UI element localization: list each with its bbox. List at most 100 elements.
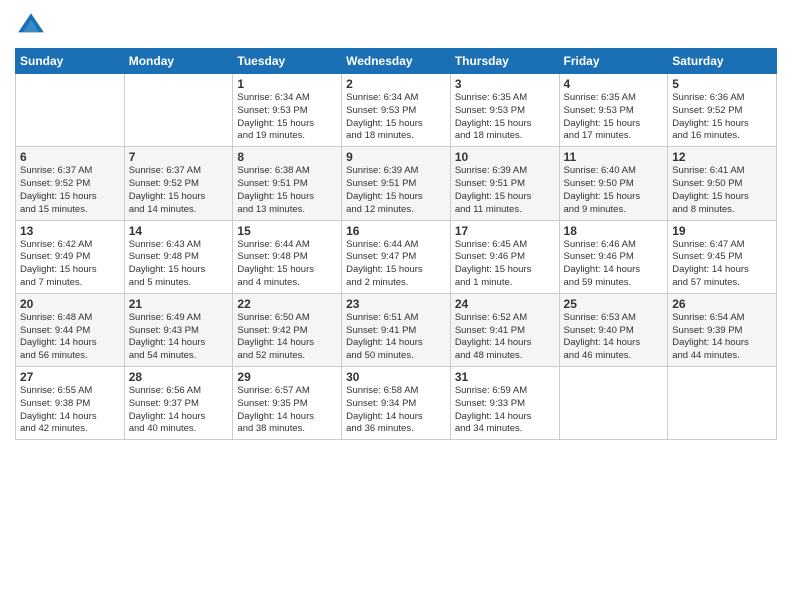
calendar-cell: 9Sunrise: 6:39 AM Sunset: 9:51 PM Daylig… xyxy=(342,147,451,220)
calendar-cell: 29Sunrise: 6:57 AM Sunset: 9:35 PM Dayli… xyxy=(233,367,342,440)
day-number: 24 xyxy=(455,297,555,311)
calendar-cell: 10Sunrise: 6:39 AM Sunset: 9:51 PM Dayli… xyxy=(450,147,559,220)
calendar-cell: 22Sunrise: 6:50 AM Sunset: 9:42 PM Dayli… xyxy=(233,293,342,366)
day-info: Sunrise: 6:59 AM Sunset: 9:33 PM Dayligh… xyxy=(455,385,555,436)
day-number: 5 xyxy=(672,77,772,91)
day-info: Sunrise: 6:34 AM Sunset: 9:53 PM Dayligh… xyxy=(346,92,446,143)
day-number: 25 xyxy=(564,297,664,311)
day-info: Sunrise: 6:44 AM Sunset: 9:47 PM Dayligh… xyxy=(346,239,446,290)
page: SundayMondayTuesdayWednesdayThursdayFrid… xyxy=(0,0,792,612)
day-info: Sunrise: 6:41 AM Sunset: 9:50 PM Dayligh… xyxy=(672,165,772,216)
day-number: 21 xyxy=(129,297,229,311)
day-number: 13 xyxy=(20,224,120,238)
day-number: 17 xyxy=(455,224,555,238)
day-number: 23 xyxy=(346,297,446,311)
calendar-cell: 13Sunrise: 6:42 AM Sunset: 9:49 PM Dayli… xyxy=(16,220,125,293)
calendar-week-row: 6Sunrise: 6:37 AM Sunset: 9:52 PM Daylig… xyxy=(16,147,777,220)
day-info: Sunrise: 6:51 AM Sunset: 9:41 PM Dayligh… xyxy=(346,312,446,363)
calendar-cell: 1Sunrise: 6:34 AM Sunset: 9:53 PM Daylig… xyxy=(233,74,342,147)
calendar-cell: 21Sunrise: 6:49 AM Sunset: 9:43 PM Dayli… xyxy=(124,293,233,366)
calendar-day-header: Monday xyxy=(124,49,233,74)
day-number: 27 xyxy=(20,370,120,384)
calendar-day-header: Sunday xyxy=(16,49,125,74)
day-info: Sunrise: 6:45 AM Sunset: 9:46 PM Dayligh… xyxy=(455,239,555,290)
calendar-cell: 4Sunrise: 6:35 AM Sunset: 9:53 PM Daylig… xyxy=(559,74,668,147)
day-info: Sunrise: 6:37 AM Sunset: 9:52 PM Dayligh… xyxy=(20,165,120,216)
day-info: Sunrise: 6:39 AM Sunset: 9:51 PM Dayligh… xyxy=(346,165,446,216)
calendar-cell: 14Sunrise: 6:43 AM Sunset: 9:48 PM Dayli… xyxy=(124,220,233,293)
day-info: Sunrise: 6:42 AM Sunset: 9:49 PM Dayligh… xyxy=(20,239,120,290)
day-info: Sunrise: 6:47 AM Sunset: 9:45 PM Dayligh… xyxy=(672,239,772,290)
calendar-cell: 25Sunrise: 6:53 AM Sunset: 9:40 PM Dayli… xyxy=(559,293,668,366)
day-number: 10 xyxy=(455,150,555,164)
day-number: 6 xyxy=(20,150,120,164)
calendar-header-row: SundayMondayTuesdayWednesdayThursdayFrid… xyxy=(16,49,777,74)
day-number: 28 xyxy=(129,370,229,384)
day-info: Sunrise: 6:54 AM Sunset: 9:39 PM Dayligh… xyxy=(672,312,772,363)
day-number: 30 xyxy=(346,370,446,384)
day-number: 7 xyxy=(129,150,229,164)
day-number: 1 xyxy=(237,77,337,91)
calendar-cell: 24Sunrise: 6:52 AM Sunset: 9:41 PM Dayli… xyxy=(450,293,559,366)
calendar-cell: 20Sunrise: 6:48 AM Sunset: 9:44 PM Dayli… xyxy=(16,293,125,366)
day-info: Sunrise: 6:36 AM Sunset: 9:52 PM Dayligh… xyxy=(672,92,772,143)
calendar-cell: 28Sunrise: 6:56 AM Sunset: 9:37 PM Dayli… xyxy=(124,367,233,440)
calendar-week-row: 20Sunrise: 6:48 AM Sunset: 9:44 PM Dayli… xyxy=(16,293,777,366)
day-number: 18 xyxy=(564,224,664,238)
day-info: Sunrise: 6:35 AM Sunset: 9:53 PM Dayligh… xyxy=(564,92,664,143)
day-info: Sunrise: 6:39 AM Sunset: 9:51 PM Dayligh… xyxy=(455,165,555,216)
calendar-week-row: 13Sunrise: 6:42 AM Sunset: 9:49 PM Dayli… xyxy=(16,220,777,293)
calendar-cell: 31Sunrise: 6:59 AM Sunset: 9:33 PM Dayli… xyxy=(450,367,559,440)
day-number: 31 xyxy=(455,370,555,384)
day-info: Sunrise: 6:46 AM Sunset: 9:46 PM Dayligh… xyxy=(564,239,664,290)
calendar-cell: 27Sunrise: 6:55 AM Sunset: 9:38 PM Dayli… xyxy=(16,367,125,440)
calendar-week-row: 27Sunrise: 6:55 AM Sunset: 9:38 PM Dayli… xyxy=(16,367,777,440)
day-info: Sunrise: 6:53 AM Sunset: 9:40 PM Dayligh… xyxy=(564,312,664,363)
day-info: Sunrise: 6:58 AM Sunset: 9:34 PM Dayligh… xyxy=(346,385,446,436)
logo-icon xyxy=(15,10,47,42)
day-number: 26 xyxy=(672,297,772,311)
calendar-day-header: Saturday xyxy=(668,49,777,74)
calendar-cell: 3Sunrise: 6:35 AM Sunset: 9:53 PM Daylig… xyxy=(450,74,559,147)
calendar-cell: 8Sunrise: 6:38 AM Sunset: 9:51 PM Daylig… xyxy=(233,147,342,220)
calendar-cell: 17Sunrise: 6:45 AM Sunset: 9:46 PM Dayli… xyxy=(450,220,559,293)
day-number: 2 xyxy=(346,77,446,91)
day-number: 12 xyxy=(672,150,772,164)
calendar-cell: 12Sunrise: 6:41 AM Sunset: 9:50 PM Dayli… xyxy=(668,147,777,220)
day-info: Sunrise: 6:37 AM Sunset: 9:52 PM Dayligh… xyxy=(129,165,229,216)
calendar-cell: 6Sunrise: 6:37 AM Sunset: 9:52 PM Daylig… xyxy=(16,147,125,220)
calendar-day-header: Thursday xyxy=(450,49,559,74)
day-info: Sunrise: 6:35 AM Sunset: 9:53 PM Dayligh… xyxy=(455,92,555,143)
day-number: 29 xyxy=(237,370,337,384)
calendar-cell: 30Sunrise: 6:58 AM Sunset: 9:34 PM Dayli… xyxy=(342,367,451,440)
day-info: Sunrise: 6:43 AM Sunset: 9:48 PM Dayligh… xyxy=(129,239,229,290)
calendar-day-header: Wednesday xyxy=(342,49,451,74)
day-info: Sunrise: 6:55 AM Sunset: 9:38 PM Dayligh… xyxy=(20,385,120,436)
calendar-day-header: Friday xyxy=(559,49,668,74)
calendar-cell: 7Sunrise: 6:37 AM Sunset: 9:52 PM Daylig… xyxy=(124,147,233,220)
calendar-cell: 16Sunrise: 6:44 AM Sunset: 9:47 PM Dayli… xyxy=(342,220,451,293)
calendar-week-row: 1 Sunrise: 6:34 AM Sunset: 9:53 PM Daylig… xyxy=(16,74,777,147)
day-number: 11 xyxy=(564,150,664,164)
day-info: Sunrise: 6:50 AM Sunset: 9:42 PM Dayligh… xyxy=(237,312,337,363)
calendar-cell xyxy=(668,367,777,440)
day-info: Sunrise: 6:44 AM Sunset: 9:48 PM Dayligh… xyxy=(237,239,337,290)
calendar: SundayMondayTuesdayWednesdayThursdayFrid… xyxy=(15,48,777,440)
day-info: Sunrise: 6:49 AM Sunset: 9:43 PM Dayligh… xyxy=(129,312,229,363)
day-info: Sunrise: 6:38 AM Sunset: 9:51 PM Dayligh… xyxy=(237,165,337,216)
day-number: 9 xyxy=(346,150,446,164)
day-info: Sunrise: 6:52 AM Sunset: 9:41 PM Dayligh… xyxy=(455,312,555,363)
calendar-cell xyxy=(124,74,233,147)
calendar-day-header: Tuesday xyxy=(233,49,342,74)
calendar-cell: 18Sunrise: 6:46 AM Sunset: 9:46 PM Dayli… xyxy=(559,220,668,293)
day-number: 8 xyxy=(237,150,337,164)
header xyxy=(15,10,777,42)
day-info: Sunrise: 6:48 AM Sunset: 9:44 PM Dayligh… xyxy=(20,312,120,363)
day-number: 20 xyxy=(20,297,120,311)
day-number: 3 xyxy=(455,77,555,91)
calendar-cell xyxy=(16,74,125,147)
day-number: 19 xyxy=(672,224,772,238)
day-number: 14 xyxy=(129,224,229,238)
day-number: 4 xyxy=(564,77,664,91)
day-number: 16 xyxy=(346,224,446,238)
